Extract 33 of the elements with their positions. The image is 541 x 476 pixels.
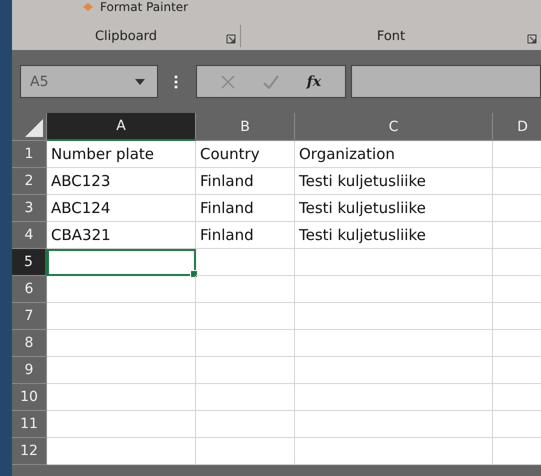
row-header[interactable]: 12 <box>12 438 47 465</box>
row-header[interactable]: 1 <box>12 141 47 168</box>
table-cell: Organization <box>295 141 493 168</box>
insert-function-button[interactable]: fx <box>306 74 322 90</box>
column-header[interactable]: C <box>295 113 493 141</box>
table-cell: Number plate <box>47 141 196 168</box>
row-header[interactable]: 10 <box>12 384 47 411</box>
table-cell: Testi kuljetusliike <box>295 195 493 222</box>
row-header[interactable]: 5 <box>12 249 47 276</box>
row-header[interactable]: 7 <box>12 303 47 330</box>
table-cell: Finland <box>196 195 295 222</box>
group-label: Font <box>376 28 406 44</box>
row-header[interactable]: 2 <box>12 168 47 195</box>
table-cell: ABC123 <box>47 168 196 195</box>
row-header[interactable]: 8 <box>12 330 47 357</box>
format-painter-button[interactable]: Format Painter <box>82 0 188 14</box>
column-header[interactable]: B <box>196 113 295 141</box>
table-cell: Finland <box>196 168 295 195</box>
row-header[interactable]: 6 <box>12 276 47 303</box>
name-box[interactable]: A5 <box>20 65 158 98</box>
table-cell: Testi kuljetusliike <box>295 168 493 195</box>
table-cell: ABC124 <box>47 195 196 222</box>
column-header[interactable]: A <box>47 113 196 141</box>
row-header[interactable]: 9 <box>12 357 47 384</box>
table-cell: CBA321 <box>47 222 196 249</box>
table-cell: Finland <box>196 222 295 249</box>
table-cell: Country <box>196 141 295 168</box>
table-cell: Testi kuljetusliike <box>295 222 493 249</box>
row-header[interactable]: 4 <box>12 222 47 249</box>
row-header[interactable]: 11 <box>12 411 47 438</box>
column-header[interactable]: D <box>493 113 541 141</box>
group-label: Clipboard <box>94 28 158 44</box>
row-header[interactable]: 3 <box>12 195 47 222</box>
